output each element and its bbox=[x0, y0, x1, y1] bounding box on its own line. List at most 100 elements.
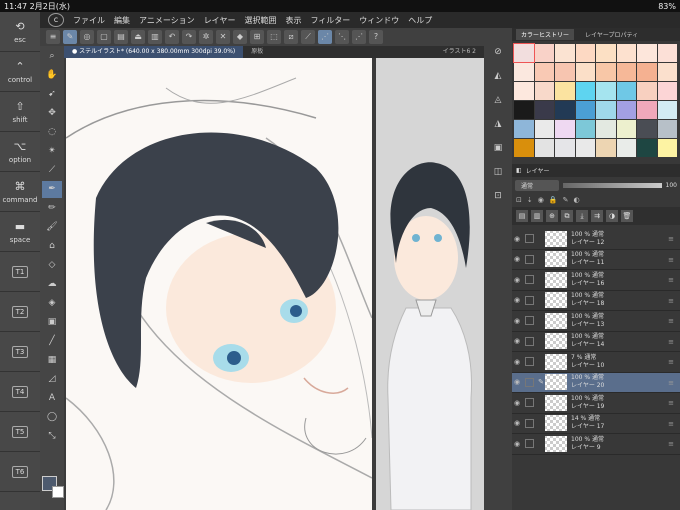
color-swatch[interactable] bbox=[575, 139, 595, 157]
menu-item[interactable]: アニメーション bbox=[139, 15, 195, 26]
visibility-eye-icon[interactable]: ◉ bbox=[512, 317, 522, 325]
reference-icon[interactable]: ◉ bbox=[538, 196, 544, 204]
command-button-T5[interactable]: T5 bbox=[0, 412, 40, 452]
color-swatch[interactable] bbox=[514, 63, 534, 81]
new-file-icon[interactable]: ▢ bbox=[97, 30, 111, 44]
color-swatch[interactable] bbox=[555, 139, 575, 157]
color-swatch[interactable] bbox=[534, 120, 554, 138]
export-icon[interactable]: ▥ bbox=[148, 30, 162, 44]
merge-down-icon[interactable]: ⤓ bbox=[576, 210, 588, 222]
color-swatch[interactable] bbox=[555, 120, 575, 138]
material-icon[interactable]: ▣ bbox=[488, 138, 508, 158]
tab-layer-property[interactable]: レイヤープロパティ bbox=[580, 29, 643, 40]
color-swatch[interactable] bbox=[596, 101, 616, 119]
visibility-eye-icon[interactable]: ◉ bbox=[512, 358, 522, 366]
color-wheel-icon[interactable]: ◬ bbox=[488, 90, 508, 110]
layer-lock-checkbox[interactable] bbox=[525, 357, 534, 367]
color-swatch[interactable] bbox=[534, 82, 554, 100]
drag-handle-icon[interactable]: ≡ bbox=[668, 440, 674, 448]
gradient-icon[interactable]: ▣ bbox=[42, 314, 62, 331]
color-swatch[interactable] bbox=[596, 139, 616, 157]
color-swatch[interactable] bbox=[637, 139, 657, 157]
color-swatch[interactable] bbox=[637, 120, 657, 138]
color-swatch[interactable] bbox=[575, 63, 595, 81]
command-button-T3[interactable]: T3 bbox=[0, 332, 40, 372]
balloon-icon[interactable]: ◯ bbox=[42, 409, 62, 426]
color-swatch[interactable] bbox=[514, 82, 534, 100]
opacity-slider[interactable] bbox=[563, 182, 662, 188]
eraser-icon[interactable]: ◇ bbox=[42, 257, 62, 274]
command-button-command[interactable]: ⌘ command bbox=[0, 172, 40, 212]
ruler-icon[interactable]: ⟋ bbox=[301, 30, 315, 44]
help-icon[interactable]: ? bbox=[369, 30, 383, 44]
color-swatch[interactable] bbox=[555, 44, 575, 62]
visibility-eye-icon[interactable]: ◉ bbox=[512, 255, 522, 263]
color-swatch[interactable] bbox=[616, 44, 636, 62]
visibility-eye-icon[interactable]: ◉ bbox=[512, 235, 522, 243]
blend-mode-select[interactable]: 通常 bbox=[515, 179, 559, 191]
layer-lock-checkbox[interactable] bbox=[525, 439, 534, 449]
command-button-option[interactable]: ⌥ option bbox=[0, 132, 40, 172]
color-swatch[interactable] bbox=[534, 101, 554, 119]
color-swatch[interactable] bbox=[616, 63, 636, 81]
blend-icon[interactable]: ☁ bbox=[42, 276, 62, 293]
menu-icon[interactable]: ≡ bbox=[46, 30, 60, 44]
stabilizer-icon[interactable]: ⋰ bbox=[318, 30, 332, 44]
drag-handle-icon[interactable]: ≡ bbox=[668, 399, 674, 407]
layer-row[interactable]: ◉ 100 % 通常 レイヤー 14 ≡ bbox=[512, 332, 680, 352]
magic-wand-icon[interactable]: ✴ bbox=[42, 143, 62, 160]
color-swatch[interactable] bbox=[555, 101, 575, 119]
fill-icon[interactable]: ◆ bbox=[233, 30, 247, 44]
layer-row[interactable]: ◉ ✎ 100 % 通常 レイヤー 20 ≡ bbox=[512, 372, 680, 393]
drag-handle-icon[interactable]: ≡ bbox=[668, 379, 674, 387]
lock-icon[interactable]: 🔒 bbox=[549, 196, 558, 204]
sub-color-swatch[interactable] bbox=[52, 486, 64, 498]
zoom-tool-icon[interactable]: ⌕ bbox=[42, 48, 62, 65]
command-button-T1[interactable]: T1 bbox=[0, 252, 40, 292]
color-swatch[interactable] bbox=[575, 101, 595, 119]
color-swatch[interactable] bbox=[616, 101, 636, 119]
app-logo-icon[interactable]: c bbox=[48, 13, 64, 27]
tab-sub-canvas[interactable]: イラスト6 2 bbox=[435, 46, 484, 58]
menu-item[interactable]: 編集 bbox=[114, 15, 130, 26]
color-swatch[interactable] bbox=[596, 120, 616, 138]
color-swatch[interactable] bbox=[657, 63, 677, 81]
color-swatch[interactable] bbox=[637, 44, 657, 62]
new-vector-layer-icon[interactable]: ▥ bbox=[531, 210, 543, 222]
visibility-eye-icon[interactable]: ◉ bbox=[512, 337, 522, 345]
color-swatch[interactable] bbox=[514, 139, 534, 157]
command-button-control[interactable]: ⌃ control bbox=[0, 52, 40, 92]
color-swatch[interactable] bbox=[637, 101, 657, 119]
snap2-icon[interactable]: ⋰ bbox=[352, 30, 366, 44]
color-swatch[interactable] bbox=[657, 139, 677, 157]
redo-icon[interactable]: ↷ bbox=[182, 30, 196, 44]
drag-handle-icon[interactable]: ≡ bbox=[668, 338, 674, 346]
color-swatch[interactable] bbox=[657, 120, 677, 138]
layer-lock-checkbox[interactable] bbox=[525, 295, 534, 305]
fill-bucket-icon[interactable]: ◈ bbox=[42, 295, 62, 312]
menu-item[interactable]: フィルター bbox=[310, 15, 350, 26]
tab-color-history[interactable]: カラーヒストリー bbox=[516, 29, 575, 40]
command-button-space[interactable]: ▬ space bbox=[0, 212, 40, 252]
menu-item[interactable]: 選択範囲 bbox=[244, 15, 276, 26]
color-swatch[interactable] bbox=[514, 120, 534, 138]
deselect-icon[interactable]: ⧄ bbox=[284, 30, 298, 44]
color-swatch[interactable] bbox=[534, 139, 554, 157]
line-icon[interactable]: ╱ bbox=[42, 333, 62, 350]
subtool-icon[interactable]: ◎ bbox=[80, 30, 94, 44]
command-button-shift[interactable]: ⇧ shift bbox=[0, 92, 40, 132]
command-button-esc[interactable]: ⟲ esc bbox=[0, 12, 40, 52]
new-folder-icon[interactable]: ⊕ bbox=[546, 210, 558, 222]
color-swatch[interactable] bbox=[596, 44, 616, 62]
frame-icon[interactable]: ▦ bbox=[42, 352, 62, 369]
drag-handle-icon[interactable]: ≡ bbox=[668, 276, 674, 284]
layer-row[interactable]: ◉ 100 % 通常 レイヤー 11 ≡ bbox=[512, 250, 680, 270]
layer-lock-checkbox[interactable] bbox=[525, 254, 534, 264]
mask-icon[interactable]: ◐ bbox=[573, 196, 579, 204]
delete-layer-icon[interactable]: 🗑 bbox=[621, 210, 633, 222]
visibility-eye-icon[interactable]: ◉ bbox=[512, 419, 522, 427]
color-swatch[interactable] bbox=[534, 44, 554, 62]
layer-lock-checkbox[interactable] bbox=[525, 418, 534, 428]
visibility-eye-icon[interactable]: ◉ bbox=[512, 296, 522, 304]
palette-icon[interactable]: ◮ bbox=[488, 114, 508, 134]
